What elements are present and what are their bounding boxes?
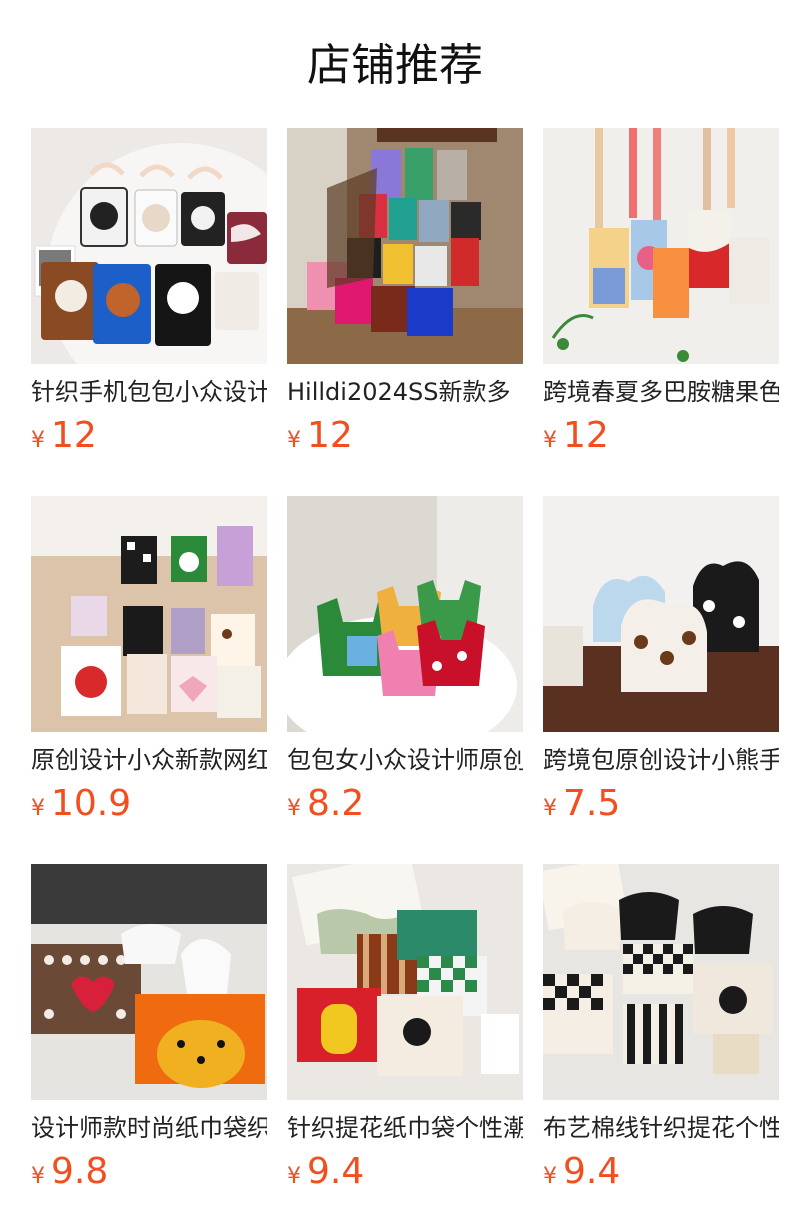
knot-wrist-bags-image <box>31 496 267 732</box>
product-image[interactable] <box>543 128 779 364</box>
product-image[interactable] <box>31 864 267 1100</box>
hanging-colorful-bags-image <box>543 128 779 364</box>
price-value: 9.4 <box>563 1151 621 1192</box>
jacquard-tissue-pouch-image <box>287 864 523 1100</box>
currency-symbol: ¥ <box>287 428 301 453</box>
knit-phone-bags-image <box>31 128 267 364</box>
product-card-6[interactable]: 跨境包原创设计小熊手 ¥7.5 <box>543 496 779 864</box>
product-card-1[interactable]: 针织手机包包小众设计 ¥12 <box>31 128 267 496</box>
currency-symbol: ¥ <box>287 1164 301 1189</box>
price-value: 9.8 <box>51 1151 109 1192</box>
currency-symbol: ¥ <box>543 1164 557 1189</box>
product-image[interactable] <box>287 128 523 364</box>
price-value: 7.5 <box>563 783 621 824</box>
price-value: 12 <box>51 415 97 456</box>
product-image[interactable] <box>543 864 779 1100</box>
product-price: ¥8.2 <box>287 782 364 826</box>
price-value: 12 <box>563 415 609 456</box>
currency-symbol: ¥ <box>543 796 557 821</box>
price-value: 8.2 <box>307 783 365 824</box>
product-image[interactable] <box>31 128 267 364</box>
tissue-bags-image <box>31 864 267 1100</box>
product-price: ¥12 <box>287 414 353 458</box>
currency-symbol: ¥ <box>543 428 557 453</box>
product-price: ¥7.5 <box>543 782 620 826</box>
price-value: 10.9 <box>51 783 132 824</box>
checker-tissue-pouch-image <box>543 864 779 1100</box>
product-image[interactable] <box>543 496 779 732</box>
product-price: ¥10.9 <box>31 782 131 826</box>
product-price: ¥9.4 <box>543 1150 620 1194</box>
price-value: 9.4 <box>307 1151 365 1192</box>
product-name[interactable]: 跨境春夏多巴胺糖果色 <box>543 376 779 408</box>
product-name[interactable]: 布艺棉线针织提花个性 <box>543 1112 779 1144</box>
product-price: ¥12 <box>31 414 97 458</box>
product-card-3[interactable]: 跨境春夏多巴胺糖果色 ¥12 <box>543 128 779 496</box>
section-title: 店铺推荐 <box>307 40 483 91</box>
product-card-5[interactable]: 包包女小众设计师原创 ¥8.2 <box>287 496 523 864</box>
recommend-page: 店铺推荐 针织手机包包小众设计 ¥ 12 Hilldi2024SS新款多 ¥ 1… <box>0 0 790 1232</box>
product-card-8[interactable]: 针织提花纸巾袋个性潮 ¥9.4 <box>287 864 523 1232</box>
product-price: ¥9.4 <box>287 1150 364 1194</box>
product-name[interactable]: 包包女小众设计师原创 <box>287 744 523 776</box>
knit-bags-on-chair-image <box>287 128 523 364</box>
product-card-9[interactable]: 布艺棉线针织提花个性 ¥9.4 <box>543 864 779 1232</box>
currency-symbol: ¥ <box>31 1164 45 1189</box>
currency-symbol: ¥ <box>31 796 45 821</box>
product-name[interactable]: 设计师款时尚纸巾袋织 <box>31 1112 267 1144</box>
product-card-4[interactable]: 原创设计小众新款网红 ¥10.9 <box>31 496 267 864</box>
product-card-7[interactable]: 设计师款时尚纸巾袋织 ¥9.8 <box>31 864 267 1232</box>
product-name[interactable]: Hilldi2024SS新款多 <box>287 376 523 408</box>
currency-symbol: ¥ <box>287 796 301 821</box>
product-price: ¥12 <box>543 414 609 458</box>
currency-symbol: ¥ <box>31 428 45 453</box>
product-grid: 针织手机包包小众设计 ¥12 Hilldi2024SS新款多 ¥ 12 跨境春夏… <box>31 128 790 1232</box>
product-price: ¥9.8 <box>31 1150 108 1194</box>
product-image[interactable] <box>287 496 523 732</box>
product-image[interactable] <box>31 496 267 732</box>
bear-knot-bags-image <box>543 496 779 732</box>
product-card-2[interactable]: Hilldi2024SS新款多 ¥12 <box>287 128 523 496</box>
product-name[interactable]: 原创设计小众新款网红 <box>31 744 267 776</box>
product-name[interactable]: 跨境包原创设计小熊手 <box>543 744 779 776</box>
product-name[interactable]: 针织提花纸巾袋个性潮 <box>287 1112 523 1144</box>
product-name[interactable]: 针织手机包包小众设计 <box>31 376 267 408</box>
product-image[interactable] <box>287 864 523 1100</box>
knit-vest-bags-image <box>287 496 523 732</box>
price-value: 12 <box>307 415 353 456</box>
